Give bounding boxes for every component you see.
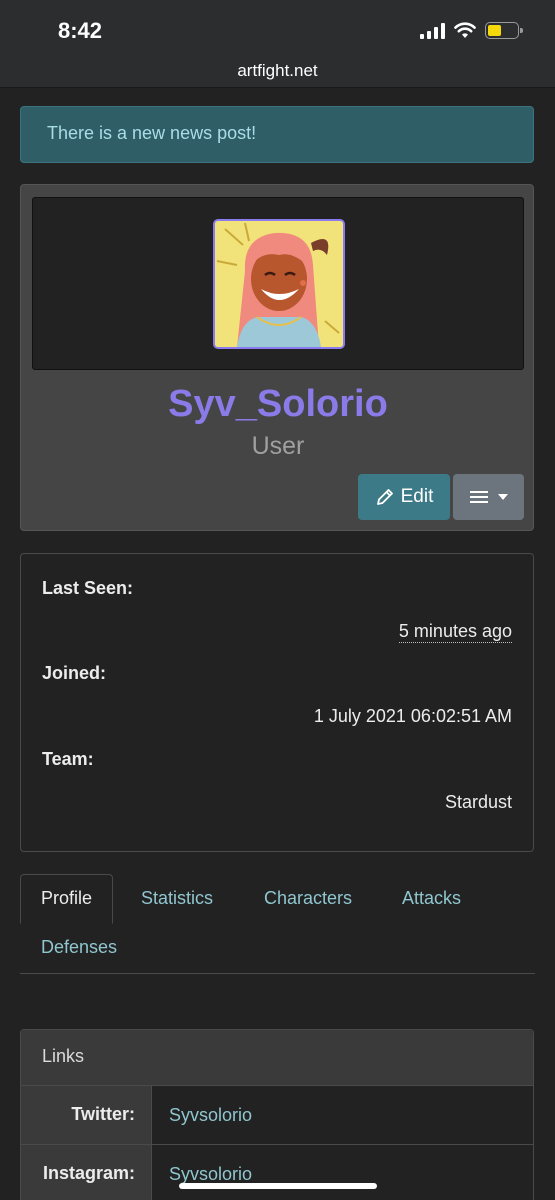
avatar[interactable] <box>213 219 345 349</box>
edit-button-label: Edit <box>400 486 434 507</box>
url-bar[interactable]: artfight.net <box>0 58 555 88</box>
edit-button[interactable]: Edit <box>358 474 450 520</box>
links-header: Links <box>21 1030 533 1086</box>
profile-tabs: Profile Statistics Characters Attacks De… <box>20 874 535 974</box>
twitter-label: Twitter: <box>71 1104 135 1124</box>
tab-defenses[interactable]: Defenses <box>41 937 117 958</box>
links-card: Links Twitter: Syvsolorio Instagram: Syv… <box>20 1029 534 1200</box>
tab-attacks[interactable]: Attacks <box>402 888 461 909</box>
last-seen-value: 5 minutes ago <box>398 621 512 643</box>
status-icons <box>420 22 523 39</box>
profile-role: User <box>251 432 305 460</box>
pencil-icon <box>376 489 393 505</box>
joined-label: Joined: <box>42 663 107 683</box>
signal-icon <box>420 22 445 39</box>
news-alert-text: There is a new news post! <box>47 123 257 143</box>
status-bar: 8:42 <box>0 0 555 58</box>
tab-characters[interactable]: Characters <box>264 888 352 909</box>
url-text: artfight.net <box>237 61 318 80</box>
caret-down-icon <box>497 494 508 500</box>
options-menu-button[interactable] <box>453 474 524 520</box>
battery-icon <box>485 22 523 39</box>
profile-banner <box>32 197 524 370</box>
home-indicator[interactable] <box>179 1183 377 1189</box>
instagram-label-cell: Instagram: <box>21 1145 152 1200</box>
tab-profile[interactable]: Profile <box>20 874 114 924</box>
joined-value: 1 July 2021 06:02:51 AM <box>313 706 512 726</box>
hamburger-icon <box>469 491 488 503</box>
twitter-label-cell: Twitter: <box>21 1086 152 1144</box>
twitter-link[interactable]: Syvsolorio <box>169 1105 252 1126</box>
last-seen-label: Last Seen: <box>42 578 134 598</box>
profile-card: Syv_Solorio User Edit <box>20 184 534 531</box>
tab-statistics[interactable]: Statistics <box>141 888 213 909</box>
user-info-card: Last Seen: 5 minutes ago Joined: 1 July … <box>20 553 534 852</box>
profile-username: Syv_Solorio <box>168 383 388 425</box>
instagram-label: Instagram: <box>42 1163 135 1183</box>
team-value: Stardust <box>444 792 512 812</box>
links-title: Links <box>42 1046 85 1066</box>
instagram-link[interactable]: Syvsolorio <box>169 1164 252 1185</box>
news-alert[interactable]: There is a new news post! <box>20 106 534 163</box>
last-seen-value-text: 5 minutes ago <box>398 621 512 643</box>
team-label: Team: <box>42 749 94 769</box>
wifi-icon <box>454 22 476 38</box>
status-time: 8:42 <box>58 18 103 43</box>
avatar-illustration <box>215 221 343 347</box>
